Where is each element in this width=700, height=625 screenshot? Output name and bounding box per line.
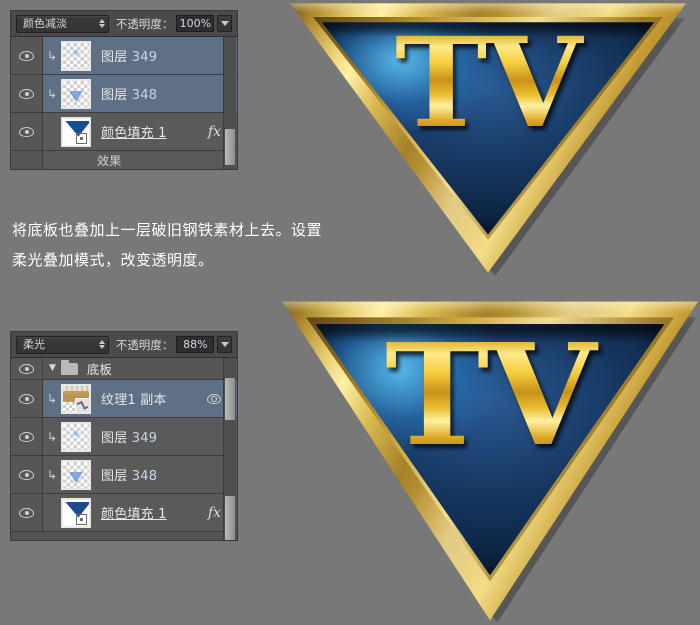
layer-rows-top: ↳ 图层 349 ↳ 图层 348 颜色填充 1 fx 效果 bbox=[11, 37, 237, 169]
visibility-toggle[interactable] bbox=[11, 494, 43, 531]
scrollbar-track-top[interactable] bbox=[223, 37, 236, 169]
visibility-toggle[interactable] bbox=[11, 113, 43, 150]
layer-row-348-top[interactable]: ↳ 图层 348 bbox=[11, 75, 237, 113]
opacity-dropdown-top[interactable] bbox=[217, 15, 232, 32]
layer-rows-bottom: ▼ 底板 ↳ 纹理1 副本 ↳ 图层 349 ↳ 图层 348 颜色填充 1 f… bbox=[11, 358, 237, 540]
opacity-input-bottom[interactable]: 88% bbox=[176, 336, 215, 353]
visibility-toggle[interactable] bbox=[11, 456, 43, 493]
eye-icon bbox=[19, 393, 34, 404]
layer-name: 效果 bbox=[97, 153, 122, 168]
layer-row-effects-partial-top[interactable]: 效果 bbox=[11, 151, 237, 169]
blend-mode-value-top: 颜色减淡 bbox=[23, 16, 67, 30]
blend-mode-bar-bottom: 柔光 不透明度： 88% bbox=[11, 332, 237, 358]
layer-row-colorfill-bottom[interactable]: 颜色填充 1 fx bbox=[11, 494, 237, 532]
blend-mode-select-top[interactable]: 颜色减淡 bbox=[16, 14, 109, 33]
tv-logo-top: TV bbox=[288, 2, 688, 277]
layer-row-349-top[interactable]: ↳ 图层 349 bbox=[11, 37, 237, 75]
scrollbar-thumb-bottom-upper[interactable] bbox=[225, 378, 235, 420]
visibility-toggle[interactable] bbox=[11, 418, 43, 455]
opacity-label-bottom: 不透明度： bbox=[115, 337, 174, 352]
layer-name: 颜色填充 1 bbox=[101, 507, 167, 522]
clipping-mask-icon: ↳ bbox=[46, 391, 58, 406]
clipping-mask-icon: ↳ bbox=[46, 467, 58, 482]
eye-icon bbox=[19, 431, 34, 442]
layer-row-texture-copy[interactable]: ↳ 纹理1 副本 bbox=[11, 380, 237, 418]
caption-line-1: 将底板也叠加上一层破旧钢铁素材上去。设置 bbox=[12, 221, 323, 239]
layer-group-row-diban[interactable]: ▼ 底板 bbox=[11, 358, 237, 380]
layer-thumbnail[interactable] bbox=[61, 78, 91, 109]
visibility-toggle[interactable] bbox=[11, 75, 43, 112]
group-name: 底板 bbox=[86, 362, 112, 377]
layer-thumbnail[interactable] bbox=[61, 497, 91, 528]
fx-icon[interactable]: fx bbox=[208, 124, 221, 140]
clipping-mask-icon: ↳ bbox=[46, 48, 58, 63]
clipping-mask-icon: ↳ bbox=[46, 86, 58, 101]
scrollbar-track-bottom[interactable] bbox=[223, 358, 236, 540]
chevron-updown-icon bbox=[98, 19, 105, 28]
layer-thumbnail[interactable] bbox=[61, 459, 91, 490]
eye-icon bbox=[19, 363, 34, 374]
eye-icon bbox=[19, 126, 34, 137]
visibility-toggle[interactable] bbox=[11, 358, 43, 379]
clipping-mask-icon: ↳ bbox=[46, 429, 58, 444]
smart-object-badge-icon bbox=[75, 397, 89, 412]
layer-name: 图层 349 bbox=[101, 431, 158, 446]
layers-panel-top: 颜色减淡 不透明度： 100% ↳ 图层 349 ↳ 图层 348 颜色填充 1… bbox=[10, 10, 238, 170]
opacity-input-top[interactable]: 100% bbox=[176, 15, 215, 32]
layer-name: 图层 349 bbox=[101, 50, 158, 65]
fx-icon[interactable]: fx bbox=[208, 505, 221, 521]
layer-thumbnail[interactable] bbox=[61, 116, 91, 147]
layer-name: 纹理1 副本 bbox=[101, 393, 167, 408]
logo-text-bottom: TV bbox=[280, 326, 700, 466]
layer-row-348-bottom[interactable]: ↳ 图层 348 bbox=[11, 456, 237, 494]
tv-logo-bottom: TV bbox=[280, 300, 700, 624]
scrollbar-thumb-top[interactable] bbox=[225, 129, 235, 165]
layer-row-349-bottom[interactable]: ↳ 图层 349 bbox=[11, 418, 237, 456]
logo-text-top: TV bbox=[288, 22, 688, 146]
mask-icon[interactable] bbox=[207, 393, 221, 404]
layer-name: 图层 348 bbox=[101, 469, 158, 484]
eye-icon bbox=[19, 88, 34, 99]
screenshot-root: 颜色减淡 不透明度： 100% ↳ 图层 349 ↳ 图层 348 颜色填充 1… bbox=[0, 0, 700, 625]
layer-thumbnail[interactable] bbox=[61, 383, 91, 414]
caption-line-2: 柔光叠加模式，改变透明度。 bbox=[12, 251, 214, 269]
chevron-down-icon[interactable]: ▼ bbox=[49, 364, 56, 373]
scrollbar-thumb-bottom-lower[interactable] bbox=[225, 496, 235, 540]
visibility-toggle[interactable] bbox=[11, 151, 43, 169]
folder-icon bbox=[60, 359, 78, 375]
opacity-label-top: 不透明度： bbox=[115, 16, 174, 31]
opacity-dropdown-bottom[interactable] bbox=[217, 336, 232, 353]
layer-name: 图层 348 bbox=[101, 88, 158, 103]
eye-icon bbox=[19, 507, 34, 518]
blend-mode-bar-top: 颜色减淡 不透明度： 100% bbox=[11, 11, 237, 37]
layer-thumbnail[interactable] bbox=[61, 40, 91, 71]
eye-icon bbox=[19, 50, 34, 61]
chevron-updown-icon bbox=[98, 340, 105, 349]
layers-panel-bottom: 柔光 不透明度： 88% ▼ 底板 ↳ 纹理1 副本 ↳ 图层 349 ↳ 图层… bbox=[10, 331, 238, 541]
eye-icon bbox=[19, 469, 34, 480]
layer-row-colorfill-top[interactable]: 颜色填充 1 fx bbox=[11, 113, 237, 151]
blend-mode-select-bottom[interactable]: 柔光 bbox=[16, 335, 109, 354]
visibility-toggle[interactable] bbox=[11, 380, 43, 417]
layer-thumbnail[interactable] bbox=[61, 421, 91, 452]
layer-name: 颜色填充 1 bbox=[101, 126, 167, 141]
blend-mode-value-bottom: 柔光 bbox=[23, 337, 45, 351]
visibility-toggle[interactable] bbox=[11, 37, 43, 74]
